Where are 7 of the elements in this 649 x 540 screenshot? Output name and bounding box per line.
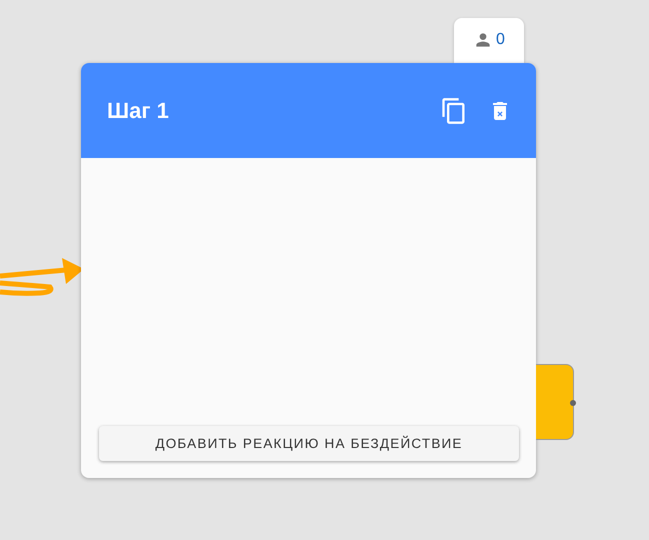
connector-dot	[570, 400, 576, 406]
output-tab[interactable]	[536, 364, 574, 440]
step-title: Шаг 1	[107, 98, 170, 124]
user-count: 0	[496, 30, 505, 50]
add-idle-reaction-button[interactable]: ДОБАВИТЬ РЕАКЦИЮ НА БЕЗДЕЙСТВИЕ	[99, 426, 519, 461]
user-counter[interactable]: 0	[454, 18, 524, 63]
step-card[interactable]: Шаг 1 ДОБАВИТЬ РЕАКЦИЮ НА БЕЗДЕЙСТВИЕ	[81, 63, 536, 478]
